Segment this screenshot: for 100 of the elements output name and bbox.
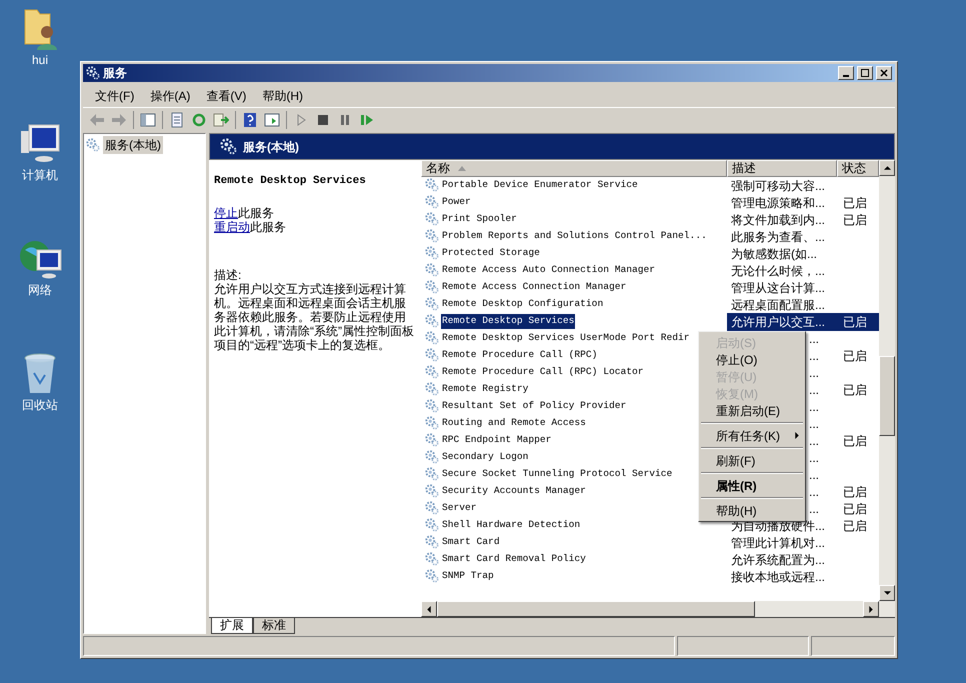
action-link[interactable]: 重启动: [214, 220, 250, 234]
status-cell-text: 已启: [842, 212, 868, 228]
description-text: 允许用户以交互方式连接到远程计算机。远程桌面和远程桌面会话主机服务器依赖此服务。若要防止远程使用此计算机，请清除“系统”属性控制面板项目的“远程”选项卡上的复选框。: [214, 282, 415, 352]
gear-icon: [425, 569, 439, 584]
service-name-cell[interactable]: Protected Storage: [441, 246, 541, 261]
service-name-cell[interactable]: Power: [441, 195, 472, 210]
menu-item[interactable]: 文件(F): [89, 87, 140, 105]
status-cell-text: 已启: [842, 518, 868, 534]
description-cell-text: 管理从这台计算...: [730, 280, 826, 296]
desktop-icon-label[interactable]: 回收站: [22, 398, 58, 412]
service-name-cell[interactable]: Security Accounts Manager: [441, 484, 587, 499]
pane-title: 服务(本地): [243, 138, 299, 156]
service-name-cell[interactable]: Portable Device Enumerator Service: [441, 178, 639, 193]
maximize-button[interactable]: [857, 66, 873, 80]
description-cell-text: 管理电源策略和...: [730, 194, 826, 212]
tree-item[interactable]: 服务(本地): [103, 136, 163, 154]
action-link[interactable]: 停止: [214, 206, 238, 220]
desktop-icon-label[interactable]: 计算机: [22, 168, 58, 182]
service-name-cell[interactable]: Smart Card: [441, 535, 501, 550]
gear-icon: [425, 263, 439, 278]
gear-icon: [425, 246, 439, 260]
service-name-cell[interactable]: Server: [441, 501, 478, 516]
description-cell-text: ...: [808, 416, 820, 432]
service-name-cell[interactable]: Remote Procedure Call (RPC): [441, 348, 598, 363]
description-cell-text: 允许系统配置为...: [730, 552, 826, 568]
gear-icon: [425, 314, 439, 328]
service-name-cell[interactable]: Remote Desktop Services UserMode Port Redir: [441, 331, 691, 346]
service-name-cell[interactable]: Secondary Logon: [441, 450, 530, 465]
desktop-icon-label[interactable]: 网络: [28, 283, 52, 297]
view-tab[interactable]: 标准: [253, 618, 295, 634]
gear-icon: [425, 484, 439, 498]
scroll-up-icon: [884, 166, 890, 170]
export-icon[interactable]: [213, 112, 229, 128]
service-name-cell[interactable]: Shell Hardware Detection: [441, 518, 582, 533]
menu-item[interactable]: 操作(A): [144, 87, 196, 105]
maximize-icon: [861, 69, 869, 77]
context-menu-item[interactable]: 停止(O): [699, 351, 805, 368]
scroll-thumb[interactable]: [879, 356, 895, 436]
status-cell-text: 已启: [842, 432, 868, 450]
gear-icon: [86, 66, 100, 80]
gear-icon: [425, 297, 439, 312]
vertical-scrollbar[interactable]: [879, 160, 895, 601]
scroll-right-icon: [869, 606, 873, 612]
description-cell-text: 管理此计算机对...: [730, 534, 826, 552]
description-label: 描述:: [214, 268, 242, 282]
service-name-cell[interactable]: Routing and Remote Access: [441, 416, 587, 431]
gear-icon: [425, 331, 439, 346]
console-tree-icon[interactable]: [140, 112, 156, 128]
description-cell-text: 为敏感数据(如...: [730, 246, 818, 262]
status-cell-text: 已启: [842, 382, 868, 398]
description-cell-text: 强制可移动大容...: [730, 178, 826, 194]
show-pane-icon[interactable]: [264, 112, 280, 128]
description-cell-text: 此服务为查看、...: [730, 228, 826, 246]
description-cell-text: ...: [808, 348, 820, 364]
status-cell-text: 已启: [842, 500, 868, 518]
gear-icon: [425, 433, 439, 448]
column-header[interactable]: 状态: [837, 160, 879, 177]
description-cell-text: ...: [808, 450, 820, 466]
description-cell-text: ...: [808, 432, 820, 450]
close-button[interactable]: [876, 66, 892, 80]
description-cell-text: 远程桌面配置服...: [730, 296, 826, 314]
description-cell-text: ...: [808, 484, 820, 500]
context-menu-item[interactable]: 帮助(H): [699, 502, 805, 519]
gear-icon: [425, 518, 439, 532]
context-menu-item[interactable]: 属性(R): [699, 477, 805, 494]
menu-item[interactable]: 帮助(H): [256, 87, 309, 105]
gear-icon: [425, 229, 439, 244]
view-tab[interactable]: 扩展: [211, 618, 253, 634]
gear-icon: [425, 399, 439, 414]
service-name-cell[interactable]: Remote Access Connection Manager: [441, 280, 628, 295]
horizontal-scrollbar[interactable]: [421, 601, 895, 617]
scroll-thumb[interactable]: [437, 601, 755, 617]
context-menu-item[interactable]: 所有任务(K): [699, 427, 805, 444]
service-name-cell[interactable]: Remote Desktop Configuration: [441, 297, 604, 312]
column-header[interactable]: 描述: [727, 160, 837, 177]
context-menu-item[interactable]: 重新启动(E): [699, 402, 805, 419]
service-name-cell[interactable]: Smart Card Removal Policy: [441, 552, 587, 567]
context-menu-item[interactable]: 刷新(F): [699, 452, 805, 469]
description-cell-text: ...: [808, 382, 820, 398]
desktop-icon-label[interactable]: hui: [32, 53, 48, 67]
service-name-cell[interactable]: RPC Endpoint Mapper: [441, 433, 552, 448]
service-name-cell[interactable]: SNMP Trap: [441, 569, 495, 584]
description-cell-text: ...: [808, 398, 820, 416]
gear-icon: [425, 212, 439, 226]
service-name-cell[interactable]: Remote Registry: [441, 382, 530, 397]
properties-icon[interactable]: [169, 112, 185, 128]
service-name-cell[interactable]: Problem Reports and Solutions Control Panel...: [441, 229, 708, 244]
menu-item[interactable]: 查看(V): [200, 87, 252, 105]
column-header[interactable]: 名称: [421, 160, 727, 177]
service-name-cell[interactable]: Secure Socket Tunneling Protocol Service: [441, 467, 674, 482]
service-name-cell[interactable]: Remote Access Auto Connection Manager: [441, 263, 656, 278]
close-icon: [880, 69, 888, 77]
service-name-cell[interactable]: Resultant Set of Policy Provider: [441, 399, 628, 414]
minimize-button[interactable]: [838, 66, 854, 80]
gear-icon: [425, 382, 439, 396]
service-name-cell[interactable]: Remote Procedure Call (RPC) Locator: [441, 365, 645, 380]
service-name-cell[interactable]: Print Spooler: [441, 212, 518, 227]
action-line: 停止此服务: [214, 206, 275, 220]
service-name-cell[interactable]: Remote Desktop Services: [441, 314, 576, 329]
help-icon[interactable]: [242, 112, 258, 128]
